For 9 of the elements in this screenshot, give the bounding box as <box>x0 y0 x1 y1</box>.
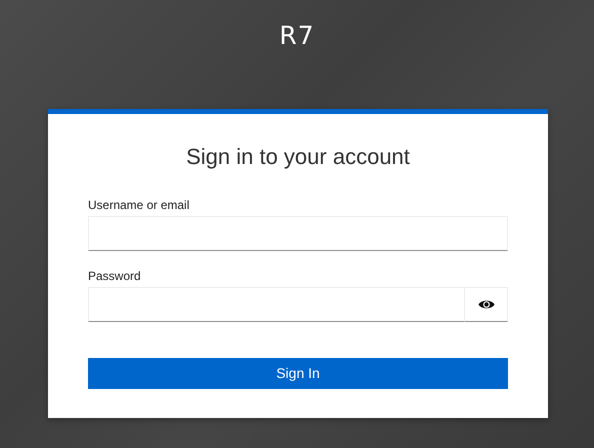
sign-in-button[interactable]: Sign In <box>88 358 508 390</box>
password-field[interactable] <box>88 287 466 322</box>
field-label: Password <box>88 268 142 286</box>
form-title: Sign in to your account <box>185 144 411 170</box>
field-label: Username or email <box>88 197 190 214</box>
username-field[interactable] <box>88 216 508 252</box>
brand-title: R7 <box>278 20 316 52</box>
show-password-button[interactable] <box>465 287 508 322</box>
eye-icon <box>478 299 495 310</box>
